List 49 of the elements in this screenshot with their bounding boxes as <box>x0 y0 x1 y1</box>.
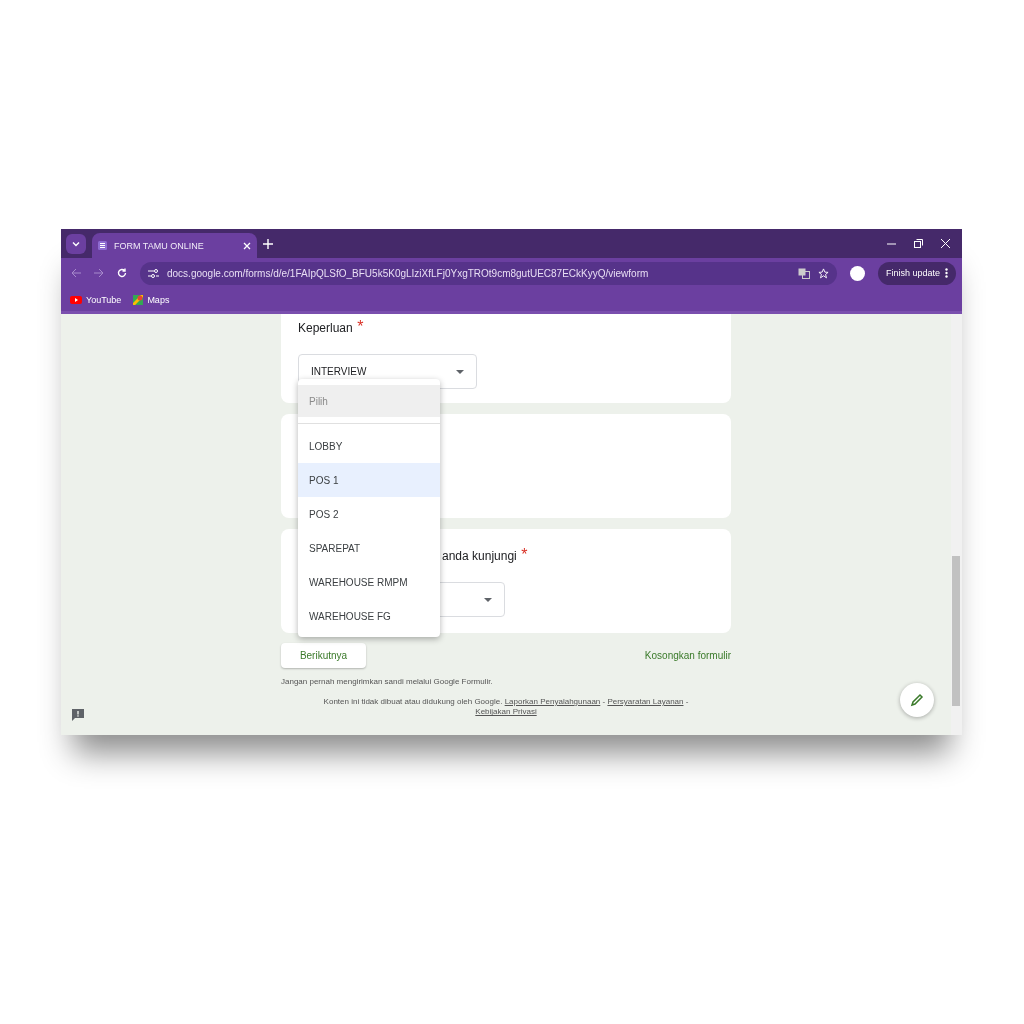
required-mark: * <box>521 546 528 563</box>
browser-tab[interactable]: FORM TAMU ONLINE <box>92 233 257 258</box>
edit-button[interactable] <box>900 683 934 717</box>
new-tab-icon[interactable] <box>263 238 273 249</box>
reload-icon[interactable] <box>117 268 127 278</box>
dropdown-option[interactable]: WAREHOUSE RMPM <box>298 565 440 599</box>
translate-icon[interactable] <box>797 267 810 279</box>
footer-link[interactable]: Persyaratan Layanan <box>607 697 684 706</box>
address-bar[interactable]: docs.google.com/forms/d/e/1FAIpQLSfO_BFU5k5K0gLIziXfLFj0YxgTROt9cm8gutUEC87ECkKyyQ/viewform <box>140 261 837 285</box>
more-icon <box>945 268 948 278</box>
clear-form-link[interactable]: Kosongkan formulir <box>644 650 731 661</box>
feedback-icon[interactable] <box>71 708 85 722</box>
separator-text: - <box>602 697 606 706</box>
next-button[interactable]: Berikutnya <box>281 643 366 668</box>
finish-update-button[interactable]: Finish update <box>877 261 956 285</box>
profile-avatar[interactable] <box>849 265 865 281</box>
site-settings-icon[interactable] <box>148 268 159 278</box>
dropdown-option[interactable]: POS 2 <box>298 497 440 531</box>
caret-icon <box>456 369 464 374</box>
forward-icon[interactable] <box>94 268 104 278</box>
footer-link[interactable]: Kebijakan Privasi <box>475 707 537 717</box>
tab-title: FORM TAMU ONLINE <box>114 240 205 251</box>
map-icon <box>133 294 144 305</box>
back-icon[interactable] <box>71 268 81 278</box>
scrollbar[interactable] <box>951 314 962 735</box>
footer-link[interactable]: Laporkan Penyalahgunaan <box>504 697 601 706</box>
question-title: Keperluan <box>298 321 353 335</box>
dropdown-option[interactable]: LOBBY <box>298 429 440 463</box>
password-warning: Jangan pernah mengirimkan sandi melalui Google Formulir. <box>281 677 494 686</box>
caret-icon <box>484 597 492 602</box>
close-window-icon[interactable] <box>941 239 950 248</box>
url-text: docs.google.com/forms/d/e/1FAIpQLSfO_BFU5k5K0gLIziXfLFj0YxgTROt9cm8gutUEC87ECkKyyQ/viewform <box>167 267 650 279</box>
bookmark-link[interactable]: YouTube <box>70 294 122 305</box>
dropdown-option[interactable]: WAREHOUSE FG <box>298 599 440 633</box>
list-icon <box>98 241 107 250</box>
required-mark: * <box>357 318 364 335</box>
dropdown-option[interactable]: SPAREPAT <box>298 531 440 565</box>
star-icon[interactable] <box>817 267 829 279</box>
restore-icon[interactable] <box>914 239 923 248</box>
play-icon <box>70 295 82 304</box>
close-icon[interactable] <box>243 241 251 250</box>
question-title: anda kunjungi <box>442 549 517 563</box>
disclaimer-text: Konten ini tidak dibuat atau didukung oleh Google. <box>323 697 503 706</box>
dropdown-option[interactable]: POS 1 <box>298 463 440 497</box>
caret-icon <box>72 239 80 248</box>
pencil-icon <box>910 693 924 707</box>
separator-text: - <box>685 697 689 706</box>
bookmark-link[interactable]: Maps <box>133 294 170 305</box>
tab-menu-button[interactable] <box>66 233 86 254</box>
